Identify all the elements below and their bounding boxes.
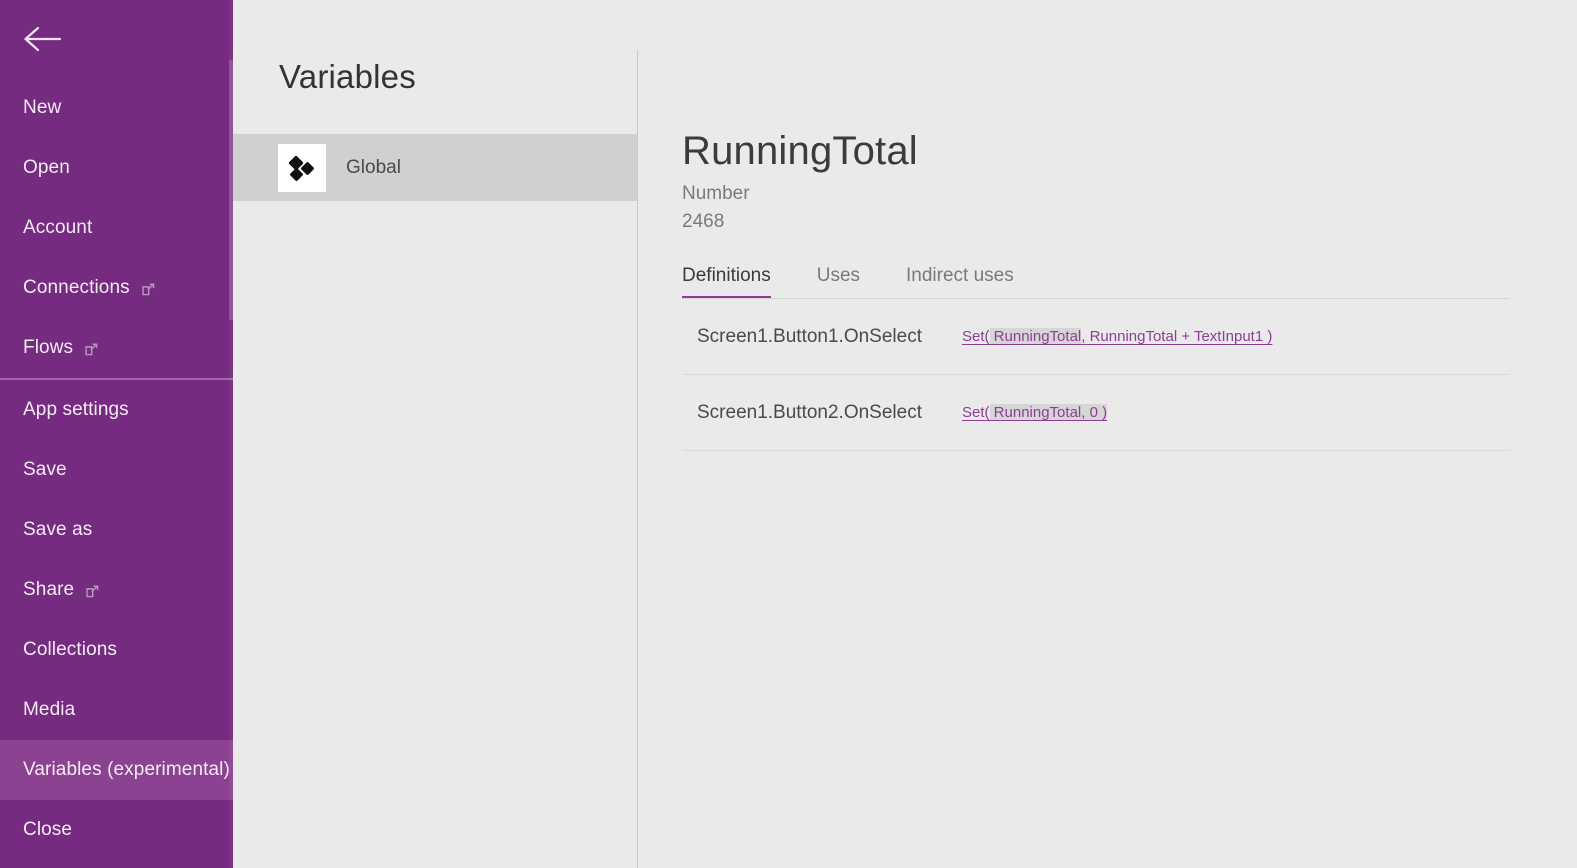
- sidebar-item-flows[interactable]: Flows: [0, 318, 233, 378]
- formula-highlighted-variable: RunningTotal, 0 ): [989, 404, 1108, 421]
- variables-list: Global: [233, 134, 638, 201]
- variable-value-label: 2468: [682, 211, 725, 232]
- sidebar-item-label: Collections: [23, 639, 118, 660]
- variable-detail-panel: RunningTotal Number 2468 Definitions Uses…: [638, 0, 1577, 868]
- sidebar-item-label: Save as: [23, 519, 93, 540]
- sidebar-item-save-as[interactable]: Save as: [0, 500, 233, 560]
- sidebar-item-label: App settings: [23, 399, 129, 420]
- sidebar-item-close[interactable]: Close: [0, 800, 233, 860]
- variable-type-label: Number: [682, 183, 750, 204]
- sidebar-item-label: Save: [23, 459, 67, 480]
- sidebar-item-new[interactable]: New: [0, 78, 233, 138]
- variable-scope-item-global[interactable]: Global: [233, 134, 638, 201]
- global-variable-icon: [278, 143, 326, 192]
- definition-target: Screen1.Button1.OnSelect: [697, 325, 922, 347]
- nav-list: New Open Account Connections Flows App settin…: [0, 78, 233, 860]
- sidebar-item-label: Variables (experimental): [23, 759, 230, 780]
- external-link-icon: [85, 583, 100, 598]
- formula-prefix: Set(: [962, 404, 990, 421]
- sidebar-item-label: Account: [23, 217, 93, 238]
- sidebar-item-label: Open: [23, 157, 70, 178]
- tab-indirect-uses[interactable]: Indirect uses: [906, 265, 1014, 298]
- back-button[interactable]: [0, 0, 233, 78]
- sidebar-item-save[interactable]: Save: [0, 440, 233, 500]
- back-arrow-icon: [24, 26, 62, 52]
- variables-panel: Variables Global: [233, 0, 638, 868]
- detail-tabs: Definitions Uses Indirect uses: [682, 265, 1510, 299]
- sidebar-item-connections[interactable]: Connections: [0, 258, 233, 318]
- definition-formula-link[interactable]: Set( RunningTotal, RunningTotal + TextIn…: [962, 328, 1272, 345]
- sidebar-item-media[interactable]: Media: [0, 680, 233, 740]
- tab-uses[interactable]: Uses: [817, 265, 860, 298]
- sidebar-item-label: Close: [23, 819, 73, 840]
- sidebar-item-variables-experimental[interactable]: Variables (experimental): [0, 740, 233, 800]
- variables-panel-title: Variables: [279, 58, 416, 95]
- external-link-icon: [84, 341, 99, 356]
- definitions-table: Screen1.Button1.OnSelect Set( RunningTota…: [682, 299, 1510, 451]
- definition-formula-link[interactable]: Set( RunningTotal, 0 ): [962, 404, 1108, 421]
- formula-highlighted-variable: RunningTotal: [989, 328, 1082, 345]
- sidebar-item-collections[interactable]: Collections: [0, 620, 233, 680]
- sidebar-item-label: Flows: [23, 337, 74, 358]
- sidebar-item-account[interactable]: Account: [0, 198, 233, 258]
- formula-suffix: , RunningTotal + TextInput1 ): [1081, 328, 1273, 345]
- app-root: New Open Account Connections Flows App settin…: [0, 0, 1577, 868]
- variable-scope-label: Global: [346, 156, 401, 178]
- sidebar-item-share[interactable]: Share: [0, 560, 233, 620]
- external-link-icon: [141, 281, 156, 296]
- sidebar-item-label: New: [23, 97, 62, 118]
- sidebar-item-label: Connections: [23, 277, 130, 298]
- variable-name-heading: RunningTotal: [682, 129, 918, 173]
- tab-definitions[interactable]: Definitions: [682, 265, 771, 298]
- table-row: Screen1.Button1.OnSelect Set( RunningTota…: [682, 299, 1510, 375]
- table-row: Screen1.Button2.OnSelect Set( RunningTota…: [682, 375, 1510, 451]
- definition-target: Screen1.Button2.OnSelect: [697, 401, 922, 423]
- sidebar-item-open[interactable]: Open: [0, 138, 233, 198]
- sidebar-item-app-settings[interactable]: App settings: [0, 380, 233, 440]
- sidebar-item-label: Share: [23, 579, 75, 600]
- formula-prefix: Set(: [962, 328, 990, 345]
- sidebar-item-label: Media: [23, 699, 76, 720]
- left-nav-sidebar: New Open Account Connections Flows App settin…: [0, 0, 233, 868]
